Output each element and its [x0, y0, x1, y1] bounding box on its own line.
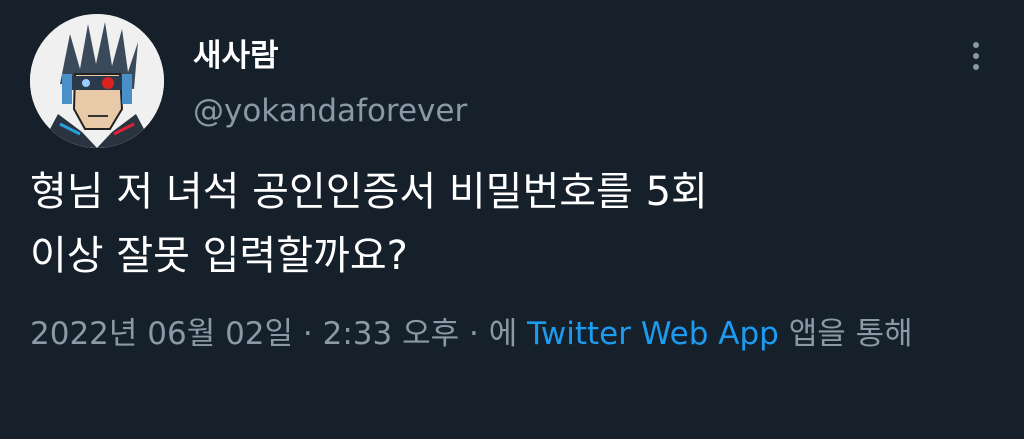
separator: ·	[293, 316, 323, 352]
author-handle[interactable]: @yokandaforever	[193, 92, 467, 130]
source-link[interactable]: Twitter Web App	[527, 316, 779, 352]
tweet-time[interactable]: 2:33 오후	[323, 316, 460, 352]
author-display-name[interactable]: 새사람	[193, 38, 279, 74]
avatar[interactable]	[30, 14, 164, 148]
tweet-text-line: 이상 잘못 입력할까요?	[30, 233, 408, 279]
tweet-text-line: 형님 저 녀석 공인인증서 비밀번호를 5회	[30, 169, 708, 215]
via-suffix: 앱을 통해	[778, 316, 913, 352]
dot	[973, 42, 979, 48]
via-prefix: 에	[488, 316, 528, 352]
separator: ·	[459, 316, 489, 352]
dot	[973, 53, 979, 59]
tweet-header: 새사람 @yokandaforever	[30, 14, 1000, 148]
tweet-date[interactable]: 2022년 06월 02일	[30, 316, 293, 352]
more-options-icon[interactable]	[958, 38, 994, 74]
dot	[973, 64, 979, 70]
robot-avatar-icon	[30, 14, 164, 148]
tweet-text: 형님 저 녀석 공인인증서 비밀번호를 5회 이상 잘못 입력할까요?	[30, 160, 990, 288]
tweet-meta: 2022년 06월 02일 · 2:33 오후 · 에 Twitter Web …	[30, 308, 1000, 361]
